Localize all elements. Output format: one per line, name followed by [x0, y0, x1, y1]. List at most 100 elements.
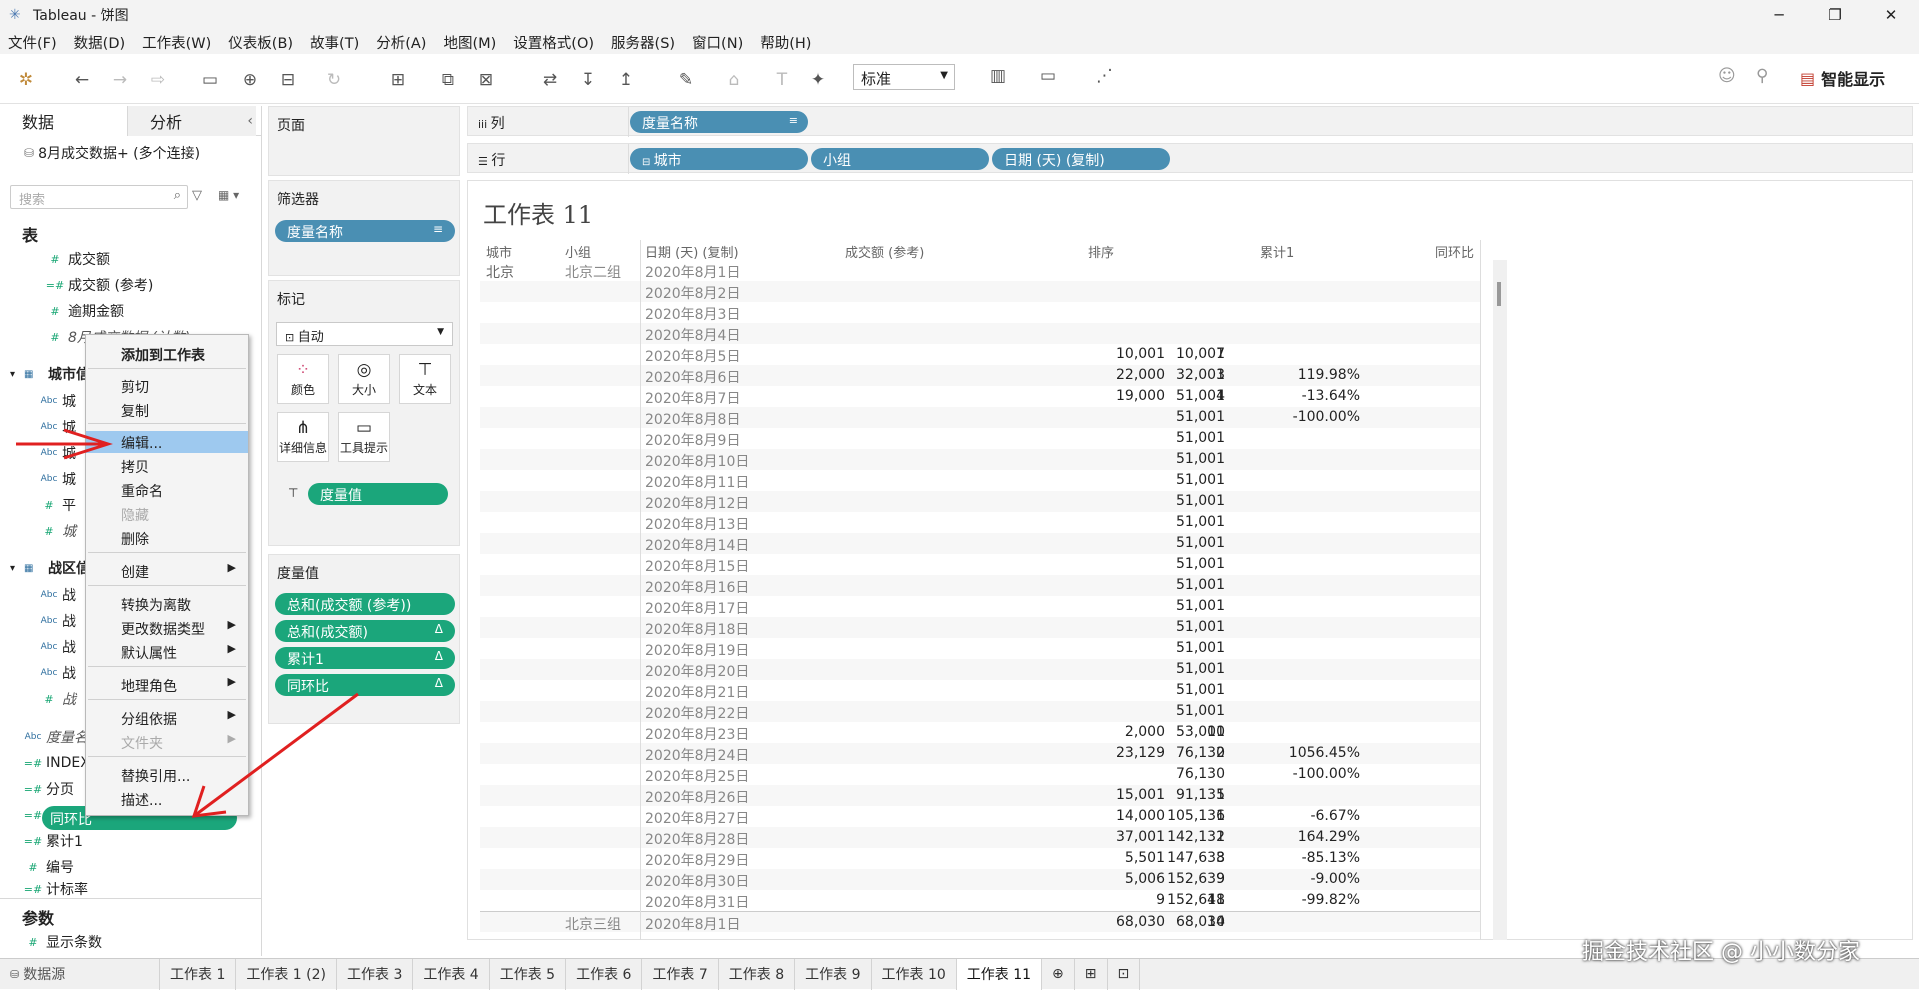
sheet-tab[interactable]: 工作表 7 — [642, 958, 719, 990]
size-button[interactable]: ◎ 大小 — [338, 354, 390, 404]
menu-item-convert-discrete[interactable]: 转换为离散 — [86, 593, 248, 615]
new-datasource-icon[interactable]: ⊕ — [238, 68, 262, 92]
rows-pill-group[interactable]: 小组 — [811, 148, 989, 170]
view-options-icon[interactable]: ▦ ▾ — [218, 188, 239, 202]
table-row[interactable]: 2020年8月26日 15,001 5 91,131 — [480, 785, 1480, 806]
restore-icon[interactable]: ❐ — [1807, 0, 1863, 30]
table-row[interactable]: 2020年8月6日 22,000 3 32,001 119.98% — [480, 365, 1480, 386]
menu-item-replace-refs[interactable]: 替换引用... — [86, 764, 248, 786]
color-button[interactable]: ⁘ 颜色 — [277, 354, 329, 404]
table-row[interactable]: 2020年8月31日 9 11 152,648 -99.82% — [480, 890, 1480, 911]
field-item[interactable]: Abc 战 — [36, 610, 76, 632]
menu-item-geo-role[interactable]: 地理角色 ▶ — [86, 674, 248, 696]
table-row[interactable]: 北京三组 2020年8月1日 68,030 14 68,030 — [480, 911, 1480, 933]
sheet-tab[interactable]: 工作表 1 — [160, 958, 237, 990]
tab-data[interactable]: 数据 — [0, 106, 128, 136]
field-item[interactable]: =# 累计1 — [20, 830, 83, 852]
menu-window[interactable]: 窗口(N) — [692, 32, 743, 53]
table-row[interactable]: 2020年8月23日 2,000 10 53,001 — [480, 722, 1480, 743]
menu-item-folder[interactable]: 文件夹 ▶ — [86, 731, 248, 753]
fit-select[interactable]: 标准 ▼ — [853, 64, 955, 90]
new-worksheet-icon[interactable]: ⊞ — [386, 68, 410, 92]
field-item[interactable]: Abc 城 — [36, 416, 76, 438]
rows-pill-city[interactable]: ⊟ 城市 — [630, 148, 808, 170]
pages-card[interactable]: 页面 — [268, 106, 460, 176]
header-date[interactable]: 日期 (天) (复制) — [645, 242, 739, 261]
menu-item-change-type[interactable]: 更改数据类型 ▶ — [86, 617, 248, 639]
header-amount[interactable]: 成交额 (参考) — [845, 242, 924, 261]
table-row[interactable]: 2020年8月18日 51,001 — [480, 617, 1480, 638]
sheet-tab[interactable]: 工作表 3 — [337, 958, 414, 990]
label-icon[interactable]: T — [770, 68, 794, 92]
menu-item-copy[interactable]: 复制 — [86, 399, 248, 421]
menu-data[interactable]: 数据(D) — [74, 32, 125, 53]
menu-help[interactable]: 帮助(H) — [760, 32, 811, 53]
undo-icon[interactable]: ← — [70, 68, 94, 92]
table-row[interactable]: 2020年8月29日 5,501 8 147,633 -85.13% — [480, 848, 1480, 869]
detail-button[interactable]: ⋔ 详细信息 — [277, 412, 329, 462]
sheet-tab[interactable]: 工作表 9 — [795, 958, 872, 990]
menu-item-describe[interactable]: 描述... — [86, 788, 248, 810]
sheet-tab[interactable]: 工作表 1 (2) — [236, 958, 337, 990]
refresh-icon[interactable]: ↻ — [322, 68, 346, 92]
table-row[interactable]: 2020年8月8日 51,001 -100.00% — [480, 407, 1480, 428]
table-row[interactable]: 2020年8月13日 51,001 — [480, 512, 1480, 533]
table-row[interactable]: 2020年8月21日 51,001 — [480, 680, 1480, 701]
menu-map[interactable]: 地图(M) — [443, 32, 496, 53]
menu-file[interactable]: 文件(F) — [8, 32, 57, 53]
table-row[interactable]: 2020年8月30日 5,006 9 152,639 -9.00% — [480, 869, 1480, 890]
search-input[interactable]: 搜索 ⌕ — [10, 185, 188, 209]
menu-item-create[interactable]: 创建 ▶ — [86, 560, 248, 582]
field-item[interactable]: Abc 战 — [36, 636, 76, 658]
close-icon[interactable]: ✕ — [1863, 0, 1919, 30]
table-row[interactable]: 2020年8月19日 51,001 — [480, 638, 1480, 659]
mv-pill[interactable]: 同环比 Δ — [275, 674, 455, 696]
tableau-home-icon[interactable]: ✲ — [14, 68, 38, 92]
sheet-tab[interactable]: 工作表 8 — [719, 958, 796, 990]
replay-icon[interactable]: ⇨ — [146, 68, 170, 92]
vertical-scrollbar[interactable] — [1493, 260, 1507, 940]
collaborate-icon[interactable]: ☺ — [1718, 66, 1736, 86]
sort-asc-icon[interactable]: ↧ — [576, 68, 600, 92]
smart-display-button[interactable]: ▤ 智能显示 — [1800, 66, 1885, 90]
field-item[interactable]: # 编号 — [20, 856, 74, 878]
clear-icon[interactable]: ⊠ — [474, 68, 498, 92]
header-city[interactable]: 城市 — [486, 242, 512, 261]
sheet-tab[interactable]: 工作表 6 — [566, 958, 643, 990]
mv-pill[interactable]: 总和(成交额) Δ — [275, 620, 455, 642]
table-row[interactable]: 2020年8月10日 51,001 — [480, 449, 1480, 470]
field-item[interactable]: # 平 — [36, 494, 76, 516]
field-item[interactable]: =# 分页 — [20, 778, 74, 800]
menu-item-hide[interactable]: 隐藏 — [86, 503, 248, 525]
sheet-tab[interactable]: 工作表 4 — [413, 958, 490, 990]
table-row[interactable]: 2020年8月24日 23,129 2 76,130 1056.45% — [480, 743, 1480, 764]
presentation-icon[interactable]: ▭ — [1040, 66, 1056, 86]
minimize-icon[interactable]: ─ — [1751, 0, 1807, 30]
sheet-tab[interactable]: 工作表 11 — [956, 958, 1043, 990]
table-row[interactable]: 2020年8月7日 19,000 4 51,001 -13.64% — [480, 386, 1480, 407]
field-item[interactable]: Abc 城 — [36, 468, 76, 490]
highlight-icon[interactable]: ✎ — [674, 68, 698, 92]
sheet-tab[interactable]: 工作表 10 — [872, 958, 957, 990]
save-icon[interactable]: ▭ — [198, 68, 222, 92]
menu-format[interactable]: 设置格式(O) — [513, 32, 594, 53]
field-item[interactable]: Abc 战 — [36, 584, 76, 606]
tab-analysis[interactable]: 分析 — [128, 106, 256, 136]
header-cumulative[interactable]: 累计1 — [1260, 242, 1294, 261]
table-row[interactable]: 2020年8月15日 51,001 — [480, 554, 1480, 575]
filter-pill[interactable]: 度量名称 ≡ — [275, 220, 455, 242]
pin-right-icon[interactable]: ⚲ — [1756, 66, 1768, 86]
header-yoy[interactable]: 同环比 — [1435, 242, 1474, 261]
menu-item-default-properties[interactable]: 默认属性 ▶ — [86, 641, 248, 663]
new-dashboard-icon[interactable]: ⊞ — [1075, 958, 1108, 990]
menu-item-group-by[interactable]: 分组依据 ▶ — [86, 707, 248, 729]
filter-icon[interactable]: ▽ — [192, 188, 202, 203]
sheet-tab[interactable]: 工作表 5 — [490, 958, 567, 990]
mark-type-select[interactable]: ⊡ 自动 ▼ — [276, 322, 453, 346]
menu-story[interactable]: 故事(T) — [310, 32, 359, 53]
param-item[interactable]: # 显示条数 — [20, 931, 102, 953]
field-item[interactable]: # 成交额 — [42, 248, 110, 270]
field-item[interactable]: # 战 — [36, 688, 76, 710]
share-icon[interactable]: ⋰ — [1096, 66, 1113, 86]
table-row[interactable]: 北京 北京二组 2020年8月1日 — [480, 260, 1480, 281]
